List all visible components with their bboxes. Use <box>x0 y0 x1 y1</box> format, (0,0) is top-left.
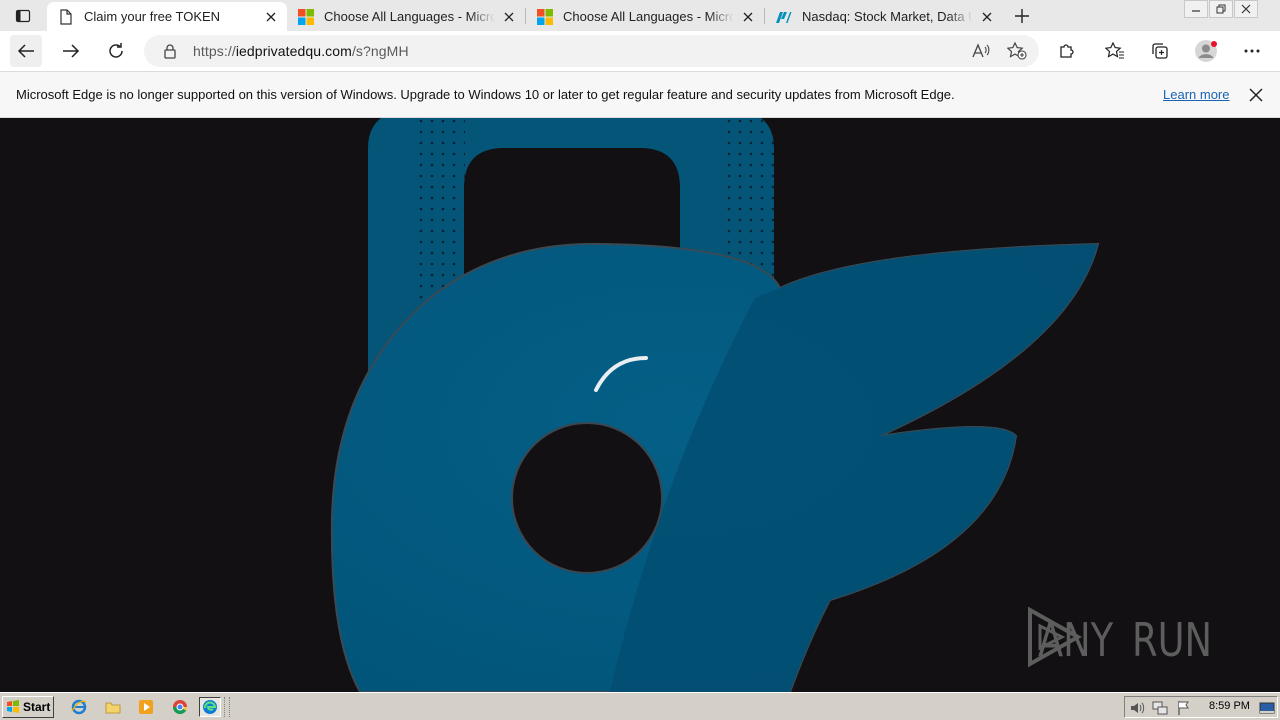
avatar <box>1195 40 1217 62</box>
extensions-button[interactable] <box>1051 35 1083 67</box>
favorites-icon <box>1105 42 1124 59</box>
close-tab-icon[interactable] <box>740 9 756 25</box>
restore-button[interactable] <box>1209 0 1233 18</box>
volume-icon[interactable] <box>1129 700 1145 716</box>
tab-claim-token[interactable]: Claim your free TOKEN <box>47 2 287 31</box>
url-path: /s?ngMH <box>351 43 409 59</box>
tab-nasdaq[interactable]: Nasdaq: Stock Market, Data Updates <box>765 2 1003 31</box>
folder-icon <box>105 702 121 714</box>
read-aloud-icon <box>972 43 990 58</box>
lock-icon[interactable] <box>163 43 177 59</box>
taskbar-grip[interactable] <box>224 697 230 717</box>
star-add-icon <box>1007 42 1027 60</box>
settings-more-button[interactable] <box>1236 35 1268 67</box>
edge-launcher[interactable] <box>199 697 221 717</box>
start-button[interactable]: Start <box>2 696 54 718</box>
windows-logo-icon <box>7 700 19 713</box>
nasdaq-logo-icon <box>775 8 792 25</box>
page-icon <box>57 8 74 25</box>
chrome-icon <box>173 700 188 714</box>
close-tab-icon[interactable] <box>263 9 279 25</box>
internet-explorer-icon <box>71 699 87 715</box>
read-aloud-button[interactable] <box>965 35 997 67</box>
media-player-icon <box>139 700 153 714</box>
favorites-button[interactable] <box>1099 35 1131 67</box>
url-text[interactable]: https://iedprivatedqu.com/s?ngMH <box>193 43 409 59</box>
minimize-button[interactable] <box>1184 0 1208 18</box>
more-dots-icon <box>1244 49 1260 53</box>
learn-more-link[interactable]: Learn more <box>1163 87 1229 102</box>
page-content: ANY RUN <box>0 118 1280 692</box>
tab-title: Choose All Languages - Microsoft <box>563 9 734 24</box>
collections-button[interactable] <box>1144 35 1176 67</box>
close-tab-icon[interactable] <box>501 9 517 25</box>
infobar-message: Microsoft Edge is no longer supported on… <box>16 87 955 102</box>
tab-choose-languages-1[interactable]: Choose All Languages - Microsoft <box>287 2 525 31</box>
collections-icon <box>1152 43 1168 59</box>
edge-icon <box>203 700 217 714</box>
microsoft-logo-icon <box>536 8 553 25</box>
microsoft-logo-icon <box>297 8 314 25</box>
tab-actions-icon <box>15 9 31 23</box>
taskbar-clock[interactable]: 8:59 PM <box>1209 700 1250 712</box>
internet-explorer-launcher[interactable] <box>68 697 90 717</box>
watermark-run: RUN <box>1131 613 1213 667</box>
tab-choose-languages-2[interactable]: Choose All Languages - Microsoft <box>526 2 764 31</box>
system-tray <box>1124 696 1278 718</box>
anyrun-watermark: ANY RUN <box>1028 606 1232 674</box>
close-infobar-icon[interactable] <box>1247 86 1265 104</box>
puzzle-icon <box>1060 44 1074 58</box>
forward-arrow-icon <box>63 44 80 58</box>
refresh-icon <box>109 43 123 58</box>
file-explorer-launcher[interactable] <box>102 697 124 717</box>
refresh-button[interactable] <box>100 35 132 67</box>
play-triangle-icon <box>1028 606 1082 668</box>
forward-button[interactable] <box>55 35 87 67</box>
tab-title: Choose All Languages - Microsoft <box>324 9 495 24</box>
new-tab-button[interactable] <box>1010 4 1034 28</box>
back-button[interactable] <box>10 35 42 67</box>
url-domain: iedprivatedqu.com <box>235 43 352 59</box>
close-tab-icon[interactable] <box>979 9 995 25</box>
chrome-launcher[interactable] <box>169 697 191 717</box>
windows-taskbar: Start <box>0 692 1280 720</box>
screen: Claim your free TOKEN Choose All Languag… <box>0 0 1280 720</box>
show-desktop-icon[interactable] <box>1259 700 1275 716</box>
media-player-launcher[interactable] <box>135 697 157 717</box>
profile-button[interactable] <box>1190 35 1222 67</box>
window-controls <box>1183 0 1258 18</box>
unsupported-os-infobar: Microsoft Edge is no longer supported on… <box>0 71 1280 118</box>
back-arrow-icon <box>17 44 34 58</box>
action-center-flag-icon[interactable] <box>1176 700 1192 716</box>
url-scheme: https:// <box>193 43 236 59</box>
tab-title: Nasdaq: Stock Market, Data Updates <box>802 9 973 24</box>
keyhole <box>511 422 663 574</box>
add-favorite-button[interactable] <box>1001 35 1033 67</box>
tab-strip: Claim your free TOKEN Choose All Languag… <box>0 0 1280 31</box>
plus-icon <box>1015 9 1029 23</box>
tab-actions-button[interactable] <box>4 4 42 28</box>
start-label: Start <box>23 700 51 714</box>
tab-title: Claim your free TOKEN <box>84 9 221 24</box>
window-close-button[interactable] <box>1234 0 1258 18</box>
network-icon[interactable] <box>1152 700 1168 716</box>
